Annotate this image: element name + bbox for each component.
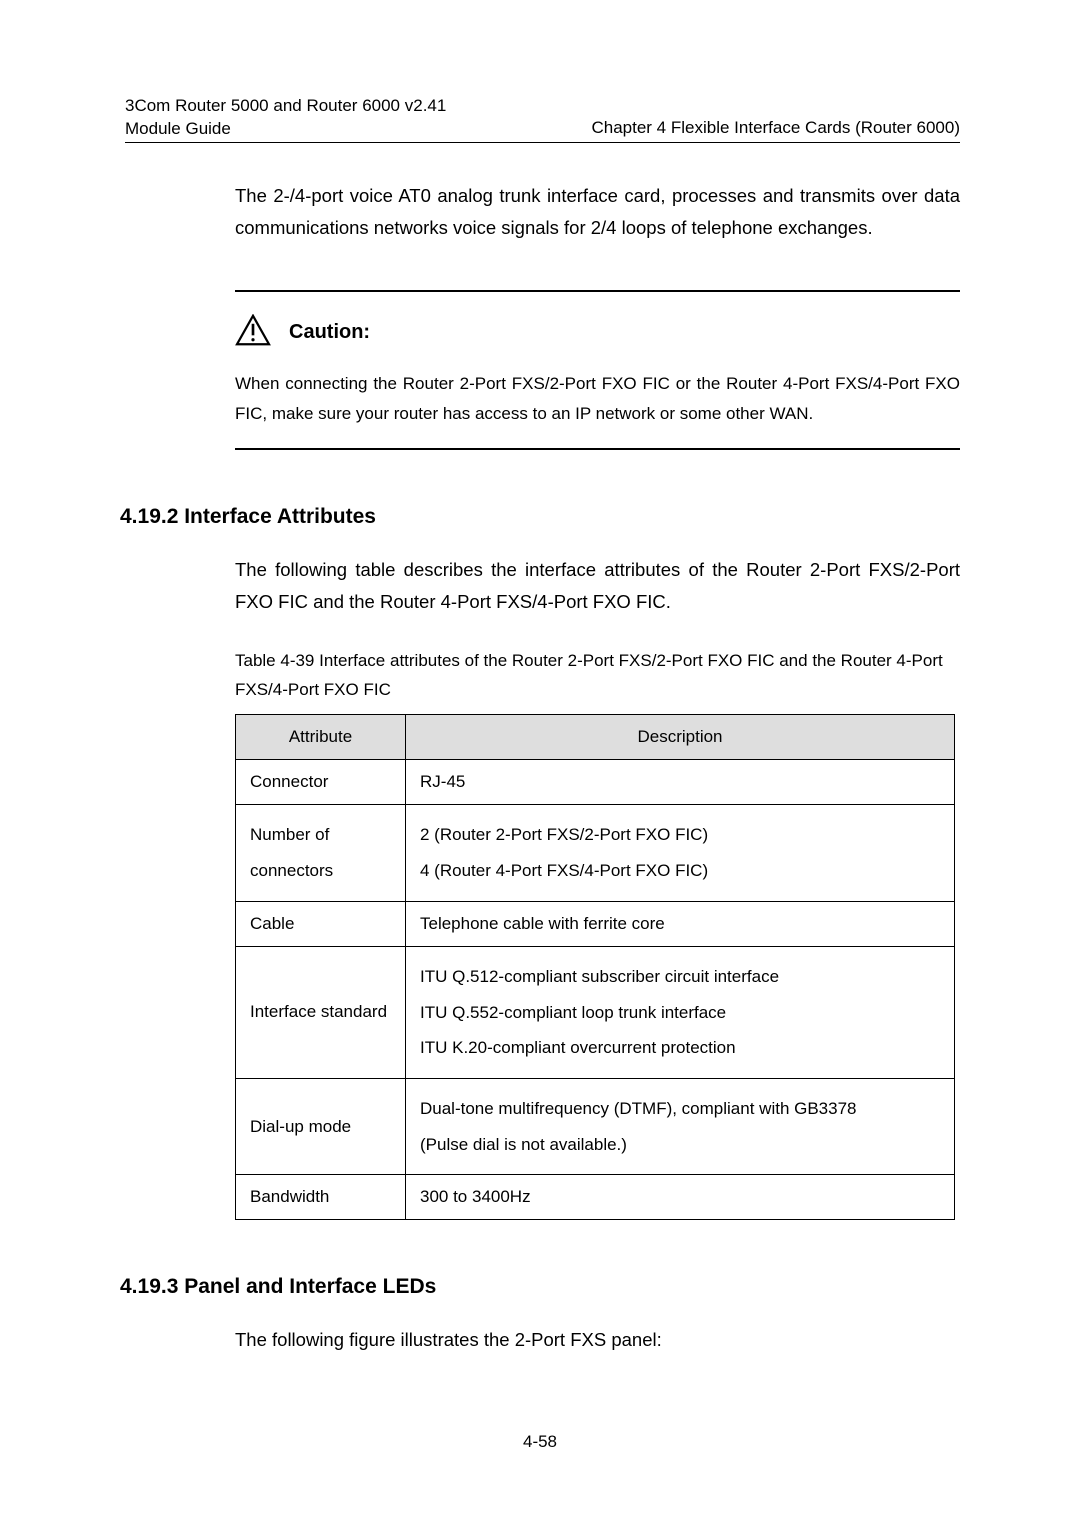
caution-body: When connecting the Router 2-Port FXS/2-… <box>235 369 960 430</box>
cell-desc: 300 to 3400Hz <box>406 1175 955 1220</box>
table-row: Number of connectors 2 (Router 2-Port FX… <box>236 805 955 901</box>
cell-attr: Connector <box>236 760 406 805</box>
header-product: 3Com Router 5000 and Router 6000 v2.41 <box>125 96 446 115</box>
cell-desc: RJ-45 <box>406 760 955 805</box>
table-row: Interface standard ITU Q.512-compliant s… <box>236 946 955 1078</box>
caution-top-rule <box>235 290 960 292</box>
th-attribute: Attribute <box>236 715 406 760</box>
caution-icon <box>235 314 271 351</box>
cell-desc: Dual-tone multifrequency (DTMF), complia… <box>406 1078 955 1174</box>
intro-paragraph: The 2-/4-port voice AT0 analog trunk int… <box>235 180 960 245</box>
header-guide: Module Guide <box>125 119 231 138</box>
table-caption: Table 4-39 Interface attributes of the R… <box>235 647 960 705</box>
caution-label: Caution: <box>289 321 370 344</box>
header-divider <box>125 142 960 143</box>
cell-desc: Telephone cable with ferrite core <box>406 901 955 946</box>
section-4-19-3-heading: 4.19.3 Panel and Interface LEDs <box>120 1275 960 1299</box>
caution-heading-row: Caution: <box>235 314 960 351</box>
table-row: Connector RJ-45 <box>236 760 955 805</box>
cell-attr: Cable <box>236 901 406 946</box>
cell-attr: Interface standard <box>236 946 406 1078</box>
th-description: Description <box>406 715 955 760</box>
table-row: Bandwidth 300 to 3400Hz <box>236 1175 955 1220</box>
section-4-19-3-para: The following figure illustrates the 2-P… <box>235 1324 960 1356</box>
cell-attr: Bandwidth <box>236 1175 406 1220</box>
cell-attr: Dial-up mode <box>236 1078 406 1174</box>
section-4-19-2-heading: 4.19.2 Interface Attributes <box>120 505 960 529</box>
table-row: Dial-up mode Dual-tone multifrequency (D… <box>236 1078 955 1174</box>
header-chapter: Chapter 4 Flexible Interface Cards (Rout… <box>591 118 960 138</box>
cell-desc: 2 (Router 2-Port FXS/2-Port FXO FIC) 4 (… <box>406 805 955 901</box>
section-4-19-2-para: The following table describes the interf… <box>235 554 960 619</box>
cell-desc: ITU Q.512-compliant subscriber circuit i… <box>406 946 955 1078</box>
cell-attr: Number of connectors <box>236 805 406 901</box>
page-number: 4-58 <box>0 1432 1080 1452</box>
header-left: 3Com Router 5000 and Router 6000 v2.41 M… <box>125 95 446 141</box>
caution-bottom-rule <box>235 448 960 450</box>
interface-attributes-table: Attribute Description Connector RJ-45 Nu… <box>235 714 955 1220</box>
table-row: Cable Telephone cable with ferrite core <box>236 901 955 946</box>
table-header-row: Attribute Description <box>236 715 955 760</box>
